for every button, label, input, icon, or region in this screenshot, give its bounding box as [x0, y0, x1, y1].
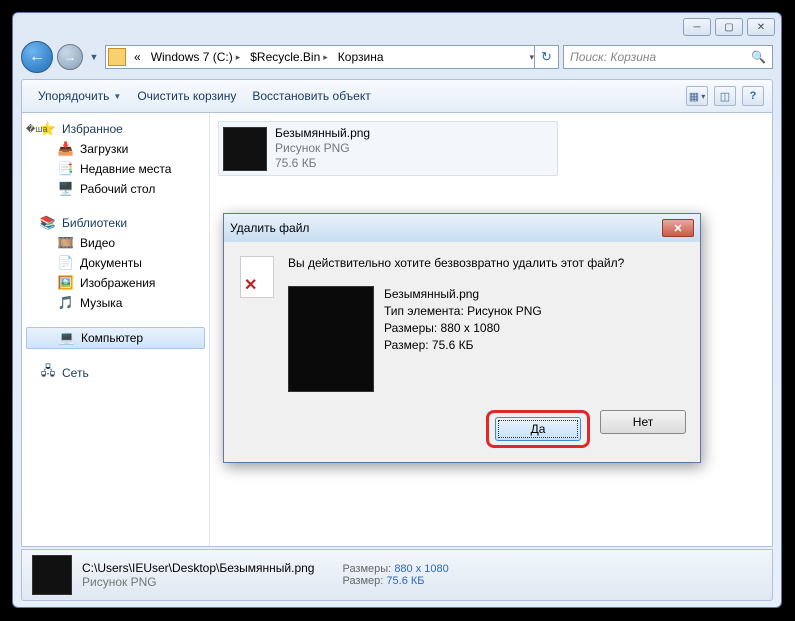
dim-value: 880 x 1080 [394, 563, 448, 575]
file-type: Рисунок PNG [275, 141, 370, 156]
computer-icon: 💻 [59, 330, 75, 346]
close-button[interactable]: ✕ [747, 18, 775, 36]
document-icon: 📄 [58, 255, 74, 271]
sidebar-item-music[interactable]: 🎵Музыка [22, 293, 209, 313]
search-icon: 🔍 [751, 50, 766, 64]
yes-button-highlight: Да [486, 410, 590, 448]
explorer-window: ─ ▢ ✕ ← → ▼ « Windows 7 (C:)▸ $Recycle.B… [12, 12, 782, 608]
sidebar-item-pictures[interactable]: 🖼️Изображения [22, 273, 209, 293]
file-name: Безымянный.png [275, 126, 370, 141]
size-value: 75.6 КБ [386, 575, 424, 587]
organize-button[interactable]: Упорядочить▼ [30, 85, 129, 107]
yes-button[interactable]: Да [495, 417, 581, 441]
dialog-message: Вы действительно хотите безвозвратно уда… [288, 256, 684, 280]
breadcrumb-seg[interactable]: Windows 7 (C:)▸ [145, 50, 245, 64]
breadcrumb[interactable]: « Windows 7 (C:)▸ $Recycle.Bin▸ Корзина … [105, 45, 559, 69]
search-placeholder: Поиск: Корзина [570, 50, 656, 64]
toolbar: Упорядочить▼ Очистить корзину Восстанови… [21, 79, 773, 113]
dialog-file-name: Безымянный.png [384, 286, 542, 303]
sidebar-item-downloads[interactable]: 📥Загрузки [22, 139, 209, 159]
help-button[interactable]: ? [742, 86, 764, 106]
sidebar-item-computer[interactable]: 💻Компьютер [26, 327, 205, 349]
sidebar-item-recent[interactable]: 📑Недавние места [22, 159, 209, 179]
dim-label: Размеры: [342, 563, 391, 575]
details-path: C:\Users\IEUser\Desktop\Безымянный.png [82, 561, 314, 575]
dialog-titlebar[interactable]: Удалить файл ✕ [224, 214, 700, 242]
dialog-title: Удалить файл [230, 221, 309, 235]
dialog-file-thumbnail [288, 286, 374, 392]
refresh-button[interactable]: ↻ [534, 45, 558, 69]
network-icon: 🖧 [40, 365, 56, 381]
folder-icon [108, 48, 126, 66]
empty-recycle-button[interactable]: Очистить корзину [129, 85, 244, 107]
file-size: 75.6 КБ [275, 156, 370, 171]
breadcrumb-chevron[interactable]: « [128, 50, 145, 64]
favorites-header[interactable]: �ша⭐Избранное [22, 119, 209, 139]
nav-forward-button[interactable]: → [57, 44, 83, 70]
dialog-file-size: Размер: 75.6 КБ [384, 337, 542, 354]
nav-back-button[interactable]: ← [21, 41, 53, 73]
delete-confirmation-dialog: Удалить файл ✕ Вы действительно хотите б… [223, 213, 701, 463]
minimize-button[interactable]: ─ [683, 18, 711, 36]
downloads-icon: 📥 [58, 141, 74, 157]
nav-history-dropdown[interactable]: ▼ [87, 52, 101, 62]
address-bar: ← → ▼ « Windows 7 (C:)▸ $Recycle.Bin▸ Ко… [21, 41, 773, 73]
details-pane: C:\Users\IEUser\Desktop\Безымянный.png Р… [21, 549, 773, 601]
network-header[interactable]: 🖧Сеть [22, 363, 209, 383]
details-type: Рисунок PNG [82, 575, 314, 589]
details-thumbnail [32, 555, 72, 595]
music-icon: 🎵 [58, 295, 74, 311]
restore-button[interactable]: Восстановить объект [244, 85, 378, 107]
dialog-file-dimensions: Размеры: 880 x 1080 [384, 320, 542, 337]
libraries-icon: 📚 [40, 215, 56, 231]
sidebar-item-desktop[interactable]: 🖥️Рабочий стол [22, 179, 209, 199]
picture-icon: 🖼️ [58, 275, 74, 291]
breadcrumb-seg[interactable]: $Recycle.Bin▸ [244, 50, 332, 64]
breadcrumb-seg[interactable]: Корзина [332, 50, 388, 64]
recent-icon: 📑 [58, 161, 74, 177]
file-item[interactable]: Безымянный.png Рисунок PNG 75.6 КБ [218, 121, 558, 176]
desktop-icon: 🖥️ [58, 181, 74, 197]
navigation-pane: �ша⭐Избранное 📥Загрузки 📑Недавние места … [22, 113, 210, 546]
file-thumbnail [223, 127, 267, 171]
search-input[interactable]: Поиск: Корзина 🔍 [563, 45, 773, 69]
libraries-header[interactable]: 📚Библиотеки [22, 213, 209, 233]
view-button[interactable]: ▦▾ [686, 86, 708, 106]
size-label: Размер: [342, 575, 383, 587]
delete-file-icon [240, 256, 274, 298]
sidebar-item-documents[interactable]: 📄Документы [22, 253, 209, 273]
dialog-close-button[interactable]: ✕ [662, 219, 694, 237]
no-button[interactable]: Нет [600, 410, 686, 434]
titlebar: ─ ▢ ✕ [13, 13, 781, 41]
video-icon: 🎞️ [58, 235, 74, 251]
maximize-button[interactable]: ▢ [715, 18, 743, 36]
sidebar-item-videos[interactable]: 🎞️Видео [22, 233, 209, 253]
dialog-file-type: Тип элемента: Рисунок PNG [384, 303, 542, 320]
preview-pane-button[interactable]: ◫ [714, 86, 736, 106]
